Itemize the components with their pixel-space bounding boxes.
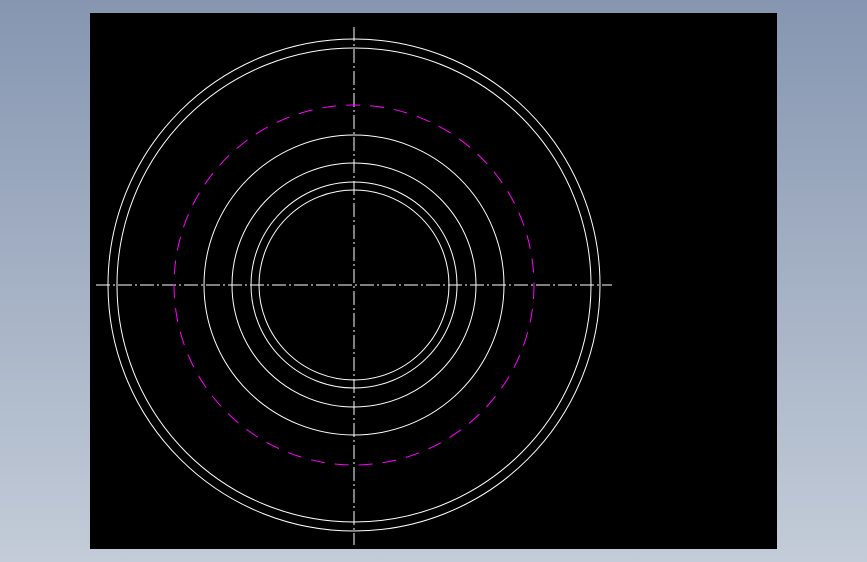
drawing-canvas[interactable] xyxy=(90,13,777,549)
drawing-viewport[interactable] xyxy=(90,13,777,549)
bore-circle xyxy=(258,189,450,381)
